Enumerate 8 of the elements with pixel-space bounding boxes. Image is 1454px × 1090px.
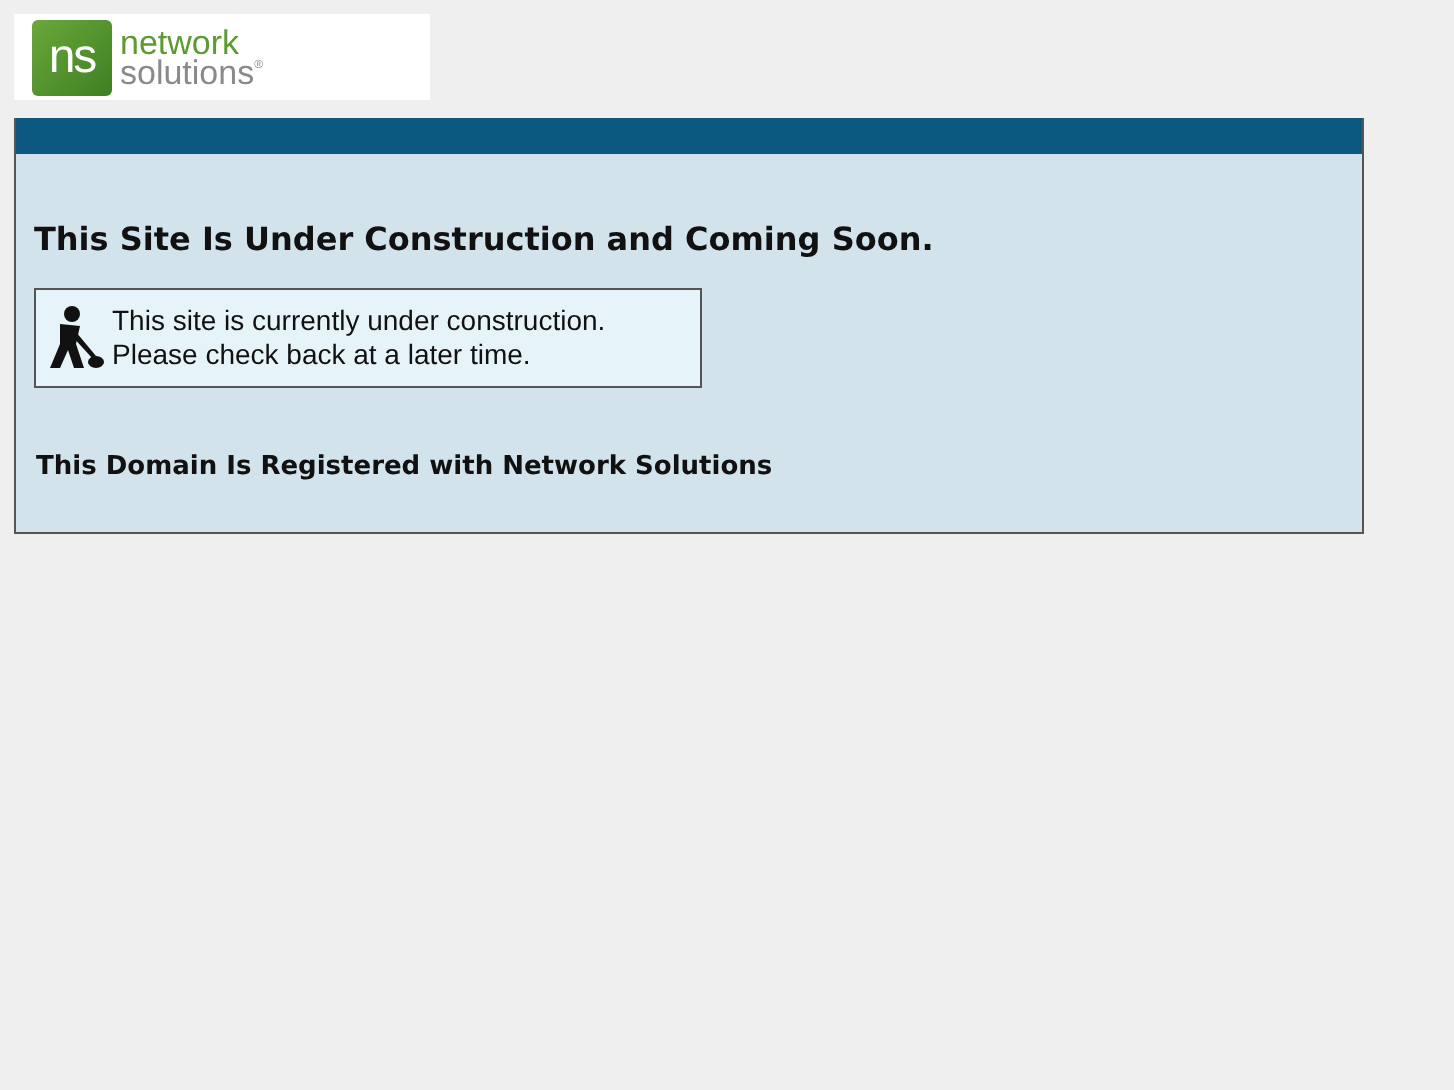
worker-digging-icon xyxy=(44,304,104,372)
notice-text: Please check back at a later time. xyxy=(112,338,533,372)
logo-text: solutions xyxy=(120,57,255,87)
registration-text: This Domain Is Registered with Network Solutions xyxy=(36,452,775,482)
logo-mark: ns xyxy=(32,19,112,95)
logo-text: network xyxy=(120,27,240,57)
notice-text: This site is currently under construction. xyxy=(112,304,606,338)
page-heading: This Site Is Under Construction and Coming Soon. xyxy=(34,220,936,258)
